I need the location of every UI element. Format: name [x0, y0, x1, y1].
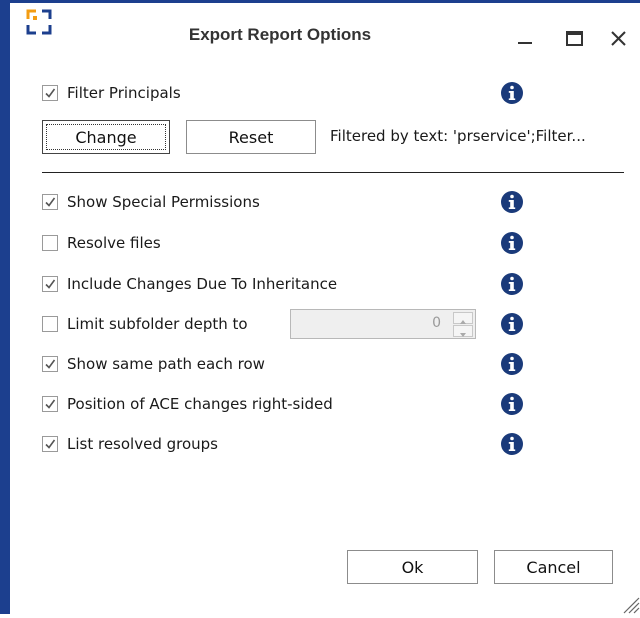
option-label: Include Changes Due To Inheritance [67, 275, 338, 293]
spin-up-button[interactable] [453, 312, 473, 324]
checkbox-box[interactable] [42, 316, 58, 332]
dialog-title: Export Report Options [188, 25, 372, 44]
spin-down-button[interactable] [453, 325, 473, 337]
close-icon[interactable] [604, 27, 634, 51]
info-icon[interactable] [500, 432, 524, 456]
info-icon[interactable] [500, 272, 524, 296]
option-label: Resolve files [67, 234, 161, 252]
info-icon[interactable] [500, 81, 524, 105]
section-divider [42, 172, 624, 173]
cancel-button[interactable]: Cancel [494, 550, 613, 584]
title-bar[interactable]: Export Report Options [10, 3, 640, 65]
option-label: Show Special Permissions [67, 193, 260, 211]
filter-principals-checkbox[interactable]: Filter Principals [42, 80, 181, 106]
checkbox-box[interactable] [42, 194, 58, 210]
info-icon[interactable] [500, 352, 524, 376]
change-button[interactable]: Change [42, 120, 170, 154]
option-label: Position of ACE changes right-sided [67, 395, 333, 413]
ace-changes-right-checkbox[interactable]: Position of ACE changes right-sided [42, 391, 333, 417]
option-label: Limit subfolder depth to [67, 315, 248, 333]
limit-subfolder-depth-checkbox[interactable]: Limit subfolder depth to [42, 311, 248, 337]
option-label: List resolved groups [67, 435, 218, 453]
reset-button[interactable]: Reset [186, 120, 316, 154]
show-special-permissions-checkbox[interactable]: Show Special Permissions [42, 189, 260, 215]
focus-rectangle [46, 124, 166, 150]
cancel-button-label: Cancel [526, 557, 581, 577]
resize-grip-icon[interactable] [618, 592, 640, 614]
checkbox-box[interactable] [42, 396, 58, 412]
ok-button[interactable]: Ok [347, 550, 478, 584]
ok-button-label: Ok [401, 557, 424, 577]
show-same-path-checkbox[interactable]: Show same path each row [42, 351, 265, 377]
window-border-left [0, 0, 10, 614]
list-resolved-groups-checkbox[interactable]: List resolved groups [42, 431, 218, 457]
maximize-icon[interactable] [560, 27, 590, 51]
checkbox-box[interactable] [42, 276, 58, 292]
option-label: Show same path each row [67, 355, 265, 373]
info-icon[interactable] [500, 392, 524, 416]
include-inheritance-checkbox[interactable]: Include Changes Due To Inheritance [42, 271, 337, 297]
checkbox-box[interactable] [42, 235, 58, 251]
checkbox-box[interactable] [42, 85, 58, 101]
filter-status-text: Filtered by text: 'prservice';Filter... [330, 127, 586, 145]
filter-principals-label: Filter Principals [67, 84, 181, 102]
info-icon[interactable] [500, 190, 524, 214]
depth-value: 0 [432, 315, 441, 331]
reset-button-label: Reset [228, 127, 274, 147]
info-icon[interactable] [500, 231, 524, 255]
checkbox-box[interactable] [42, 356, 58, 372]
info-icon[interactable] [500, 312, 524, 336]
resolve-files-checkbox[interactable]: Resolve files [42, 230, 161, 256]
checkbox-box[interactable] [42, 436, 58, 452]
minimize-icon[interactable] [510, 27, 540, 51]
subfolder-depth-stepper[interactable]: 0 [290, 309, 476, 339]
